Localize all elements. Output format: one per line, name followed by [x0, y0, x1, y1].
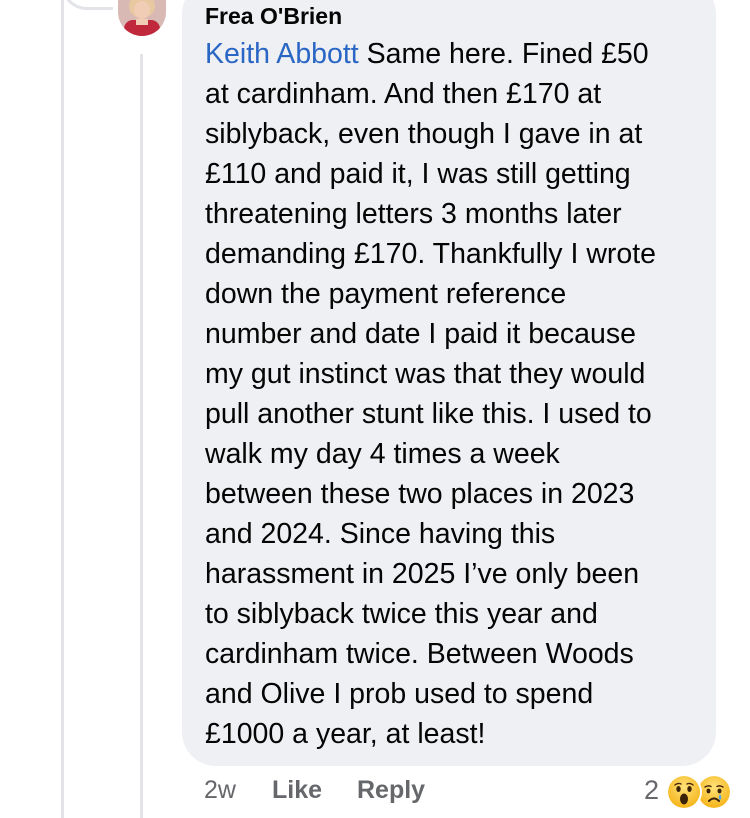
comment-line: and Olive I prob used to spend — [205, 678, 594, 710]
comment-line: demanding £170. Thankfully I wrote — [205, 238, 657, 270]
comment-line: Keith Abbott Same here. Fined £50 — [205, 34, 705, 74]
comment-line: between these two places in 2023 — [205, 478, 635, 510]
comment-line: down the payment reference — [205, 278, 567, 310]
comment-line: at cardinham. And then £170 at — [205, 78, 602, 110]
comment-text: Keith Abbott Same here. Fined £50 at car… — [205, 34, 705, 754]
thread-line-inner — [140, 54, 143, 818]
avatar[interactable] — [118, 0, 166, 36]
reply-button[interactable]: Reply — [357, 776, 425, 805]
thread-connector-curve — [61, 0, 113, 10]
comment-line: to siblyback twice this year and — [205, 598, 598, 630]
avatar-image-icon — [118, 0, 166, 36]
comment-author[interactable]: Frea O'Brien — [205, 3, 342, 30]
comment-line: siblyback, even though I gave in at — [205, 118, 643, 150]
like-button[interactable]: Like — [272, 776, 322, 805]
comment-line: harassment in 2025 I’ve only been — [205, 558, 640, 590]
comment-line: £1000 a year, at least! — [205, 718, 486, 750]
comment-line: threatening letters 3 months later — [205, 198, 622, 230]
comment-line: walk my day 4 times a week — [205, 438, 560, 470]
comment-line: and 2024. Since having this — [205, 518, 556, 550]
reaction-count: 2 — [644, 775, 660, 805]
thread-line-outer — [61, 0, 64, 818]
comment-line: number and date I paid it because — [205, 318, 636, 350]
comment-line: £110 and paid it, I was still getting — [205, 158, 631, 190]
comment-line: cardinham twice. Between Woods — [205, 638, 634, 670]
wow-emoji-icon — [666, 774, 702, 810]
comment-line-text: Same here. Fined £50 — [358, 38, 649, 70]
comment-timestamp[interactable]: 2w — [204, 776, 236, 805]
mention-link[interactable]: Keith Abbott — [205, 38, 359, 70]
comment-line: my gut instinct was that they would — [205, 358, 646, 390]
comment-line: pull another stunt like this. I used to — [205, 398, 652, 430]
